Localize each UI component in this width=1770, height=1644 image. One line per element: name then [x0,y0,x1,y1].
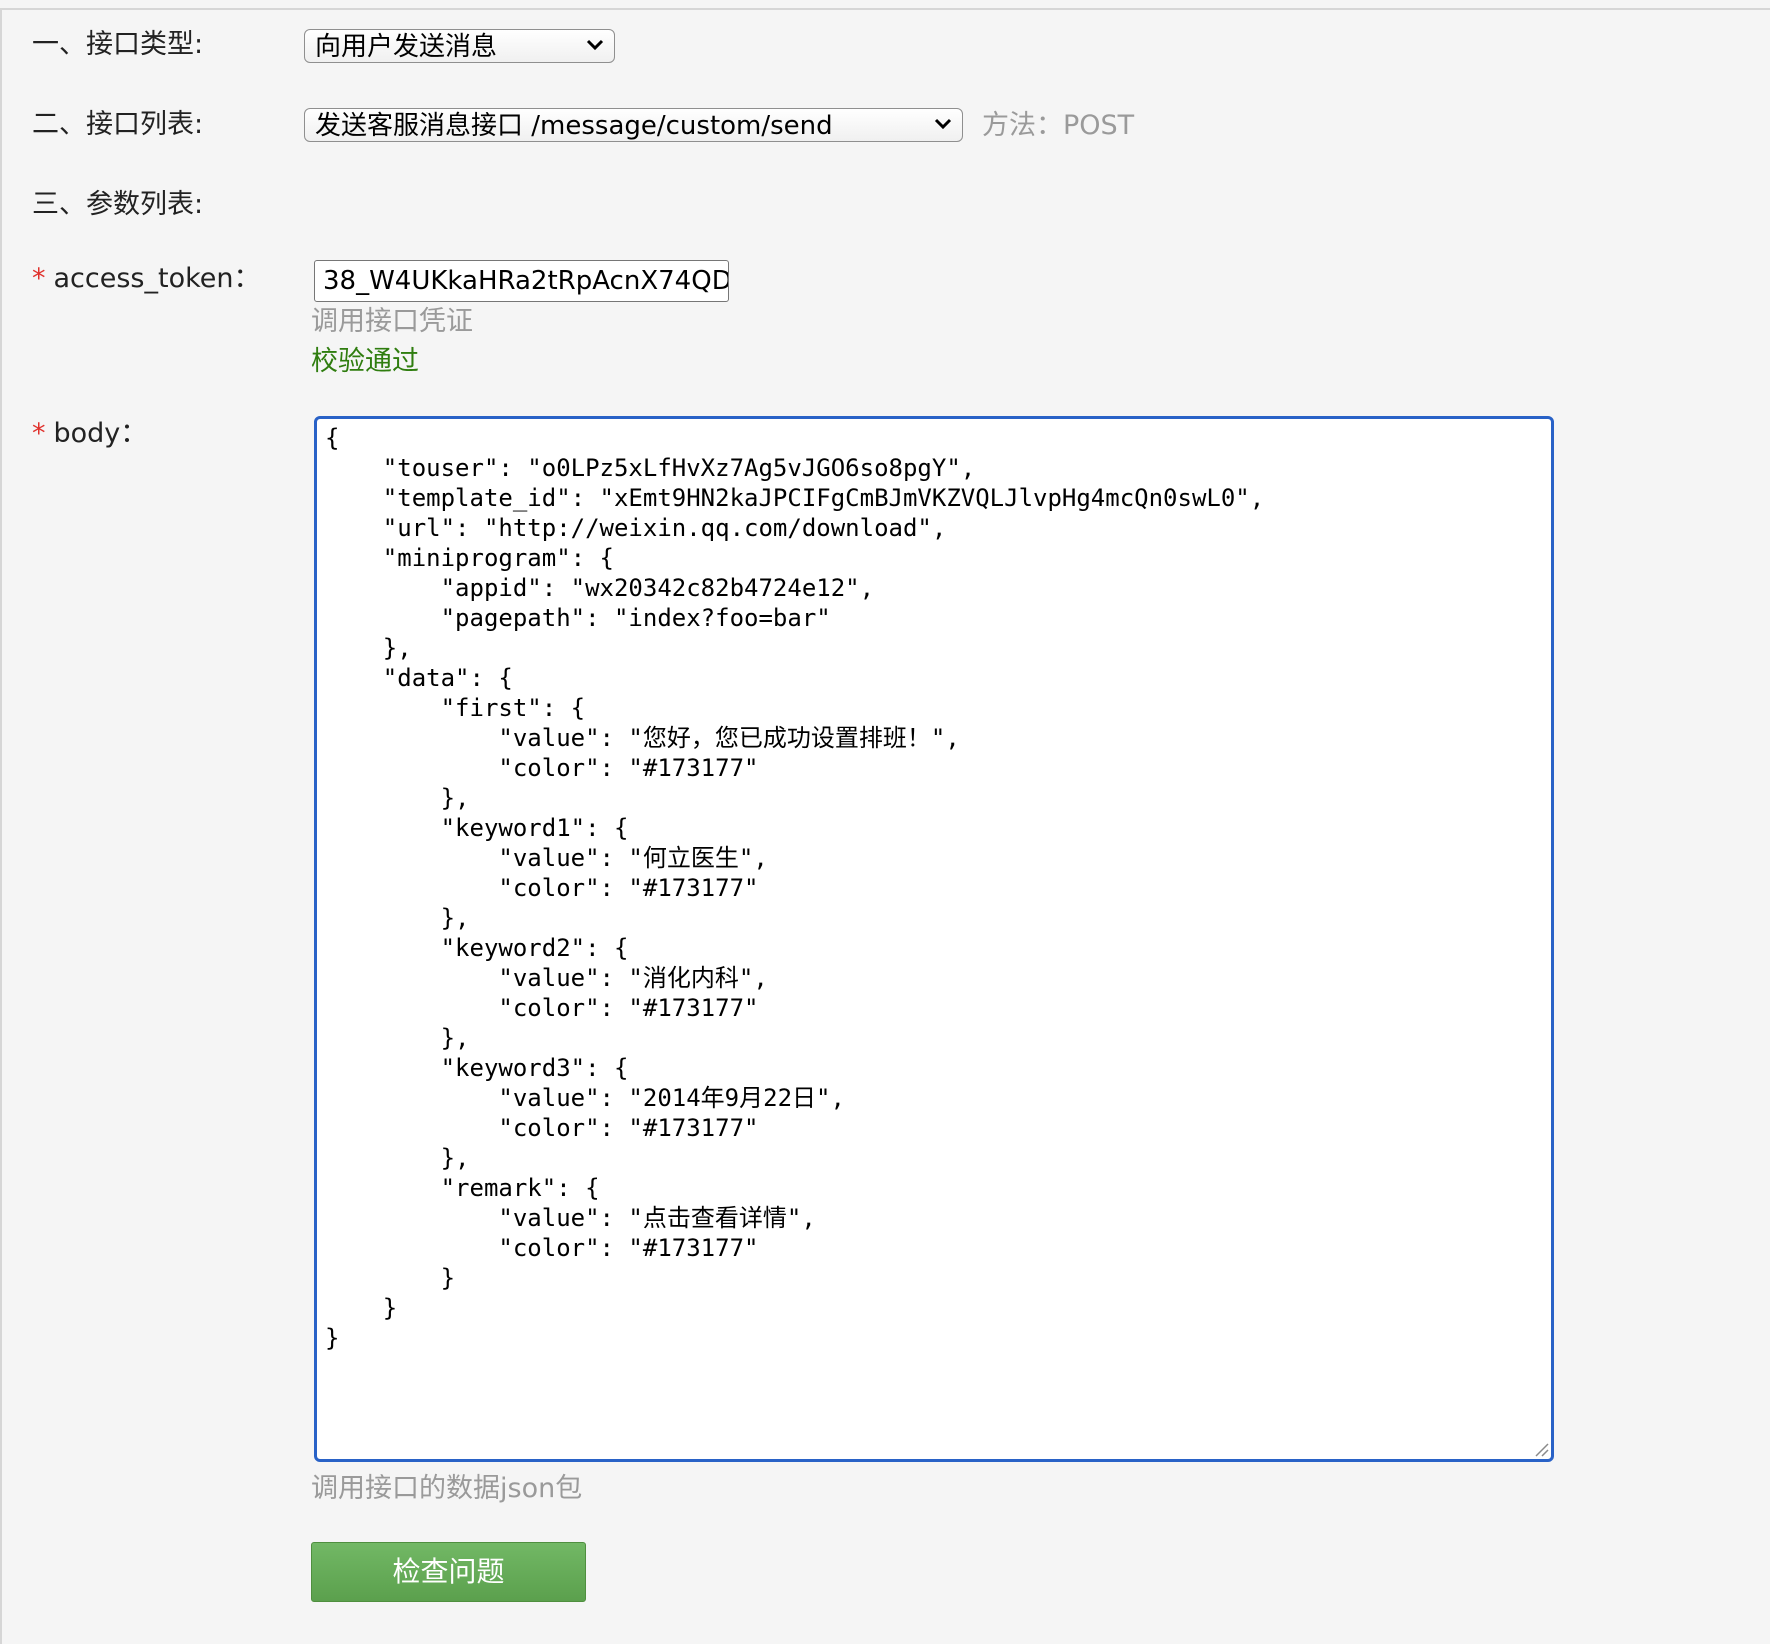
chevron-down-icon [586,39,604,51]
interface-type-select[interactable]: 向用户发送消息 [304,29,615,63]
access-token-label-row: * access_token： [32,262,260,296]
interface-list-label: 二、接口列表: [32,109,204,140]
body-label: body： [53,418,148,449]
validation-status: 校验通过 [311,346,419,377]
check-issue-button[interactable]: 检查问题 [311,1542,586,1602]
access-token-value: 38_W4UKkaHRa2tRpAcnX74QDa [323,266,729,296]
interface-type-label: 一、接口类型: [32,29,204,60]
body-label-row: * body： [32,417,147,451]
required-mark: * [32,263,46,294]
access-token-input[interactable]: 38_W4UKkaHRa2tRpAcnX74QDa [314,260,729,302]
body-textarea[interactable]: { "touser": "o0LPz5xLfHvXz7Ag5vJGO6so8pg… [314,416,1554,1462]
resize-handle-icon[interactable] [1533,1441,1549,1457]
access-token-label: access_token： [53,263,261,294]
param-list-label: 三、参数列表: [32,189,204,220]
chevron-down-icon [934,118,952,130]
body-hint: 调用接口的数据json包 [311,1473,583,1504]
http-method-text: 方法：POST [982,110,1135,141]
required-mark: * [32,418,46,449]
access-token-hint: 调用接口凭证 [311,306,473,337]
interface-list-value: 发送客服消息接口 /message/custom/send [315,111,833,141]
interface-type-value: 向用户发送消息 [315,32,498,62]
body-json-content: { "touser": "o0LPz5xLfHvXz7Ag5vJGO6so8pg… [325,424,1265,1352]
interface-list-select[interactable]: 发送客服消息接口 /message/custom/send [304,108,963,142]
